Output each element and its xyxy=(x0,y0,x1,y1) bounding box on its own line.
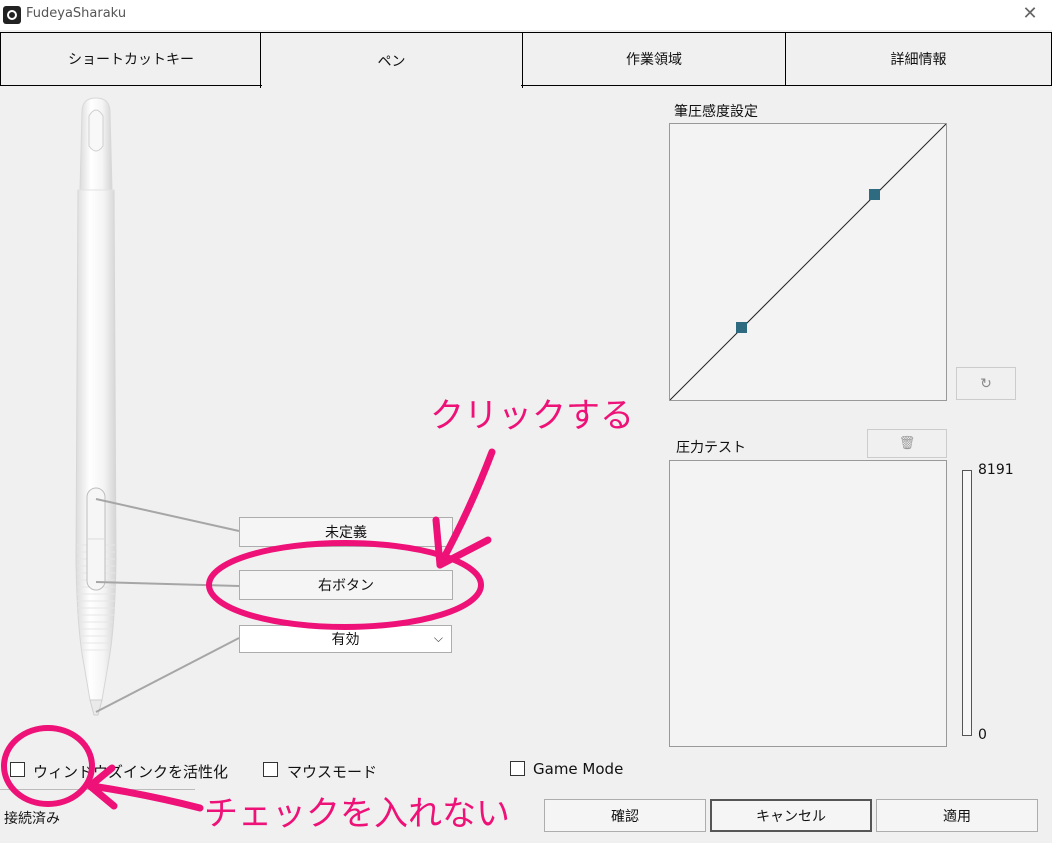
game-mode-label: Game Mode xyxy=(533,760,624,778)
windows-ink-checkbox[interactable] xyxy=(10,762,25,777)
mouse-mode-label: マウスモード xyxy=(287,763,378,781)
close-icon[interactable]: ✕ xyxy=(1020,4,1040,24)
window-title: FudeyaSharaku xyxy=(26,6,127,21)
curve-control-point[interactable] xyxy=(736,322,747,333)
refresh-icon: ↻ xyxy=(980,375,992,392)
pressure-max-label: 8191 xyxy=(978,462,1014,478)
app-icon xyxy=(3,6,21,24)
tab-shortcut-keys[interactable]: ショートカットキー xyxy=(0,32,262,86)
title-bar xyxy=(0,0,1052,30)
pressure-curve-graph xyxy=(670,124,946,400)
tab-work-area[interactable]: 作業領域 xyxy=(522,32,786,86)
pressure-curve-panel[interactable] xyxy=(669,123,947,401)
upper-button-assignment[interactable]: 未定義 xyxy=(239,517,453,547)
game-mode-checkbox[interactable] xyxy=(510,761,525,776)
curve-control-point[interactable] xyxy=(869,189,880,200)
trash-icon: 🗑 xyxy=(898,436,916,451)
connection-status: 接続済み xyxy=(4,811,60,827)
pressure-test-title: 圧力テスト xyxy=(676,440,746,456)
status-divider xyxy=(0,789,195,790)
tab-divider xyxy=(521,85,1052,86)
pressure-min-label: 0 xyxy=(978,727,987,743)
curve-title: 筆圧感度設定 xyxy=(674,104,758,120)
cancel-button[interactable]: キャンセル xyxy=(710,799,872,832)
pressure-test-area[interactable] xyxy=(669,460,947,747)
reset-curve-button[interactable]: ↻ xyxy=(956,367,1016,400)
lower-button-assignment[interactable]: 右ボタン xyxy=(239,570,453,600)
tip-mode-value: 有効 xyxy=(331,632,360,648)
windows-ink-label: ウィンドウズインクを活性化 xyxy=(33,763,229,781)
mouse-mode-checkbox[interactable] xyxy=(263,762,278,777)
annotation-click-text: クリックする xyxy=(430,396,634,436)
tab-details[interactable]: 詳細情報 xyxy=(785,32,1052,86)
clear-test-button[interactable]: 🗑 xyxy=(867,429,947,458)
pressure-level-bar xyxy=(962,470,972,736)
confirm-button[interactable]: 確認 xyxy=(544,799,706,832)
annotation-uncheck-text: チェックを入れない xyxy=(204,794,510,834)
tip-mode-select[interactable]: 有効 ⌵ xyxy=(239,625,452,653)
chevron-down-icon: ⌵ xyxy=(433,631,443,645)
tab-divider xyxy=(0,85,262,86)
tab-pen[interactable]: ペン xyxy=(260,32,523,88)
apply-button[interactable]: 適用 xyxy=(876,799,1038,832)
